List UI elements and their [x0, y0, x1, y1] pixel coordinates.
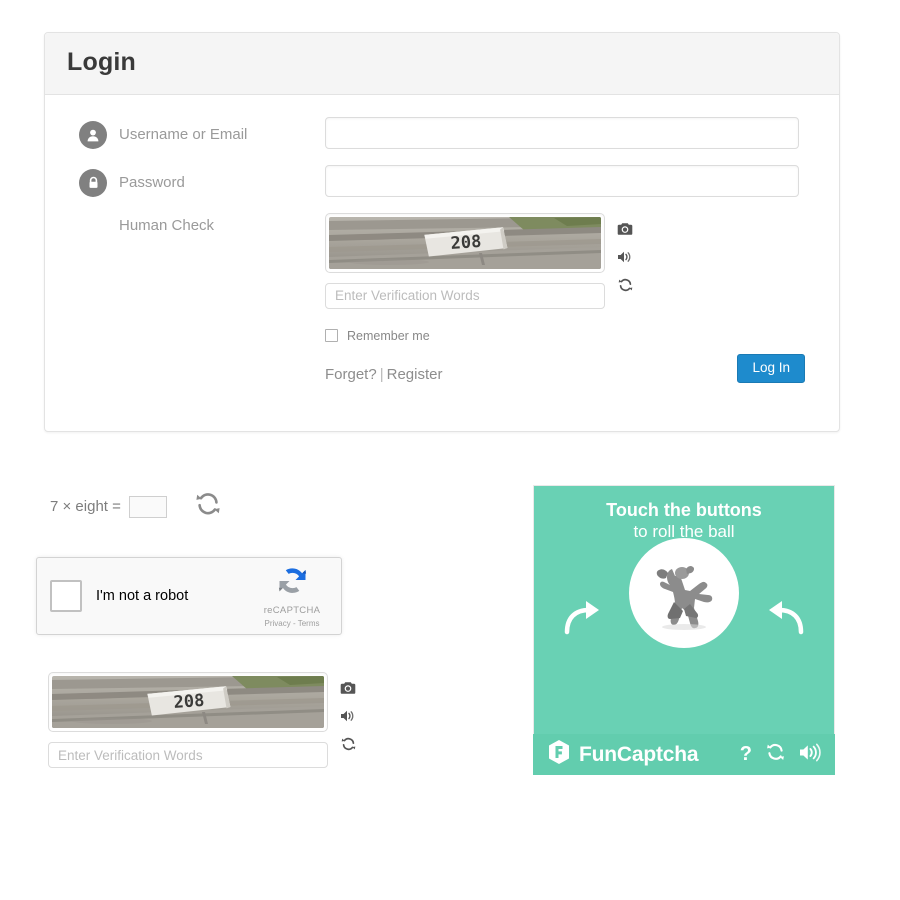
audio-icon[interactable]	[799, 743, 821, 767]
math-captcha-input[interactable]	[128, 495, 167, 518]
recaptcha-label: I'm not a robot	[96, 588, 189, 604]
human-check-row: Human Check 208 Enter Verification Words	[79, 212, 805, 309]
password-row: Password	[79, 164, 805, 197]
audio-icon[interactable]	[340, 709, 356, 728]
image-captcha-widget: 208	[325, 212, 633, 309]
page-title: Login	[67, 48, 137, 76]
refresh-icon[interactable]	[195, 492, 221, 521]
refresh-icon[interactable]	[341, 737, 356, 756]
user-icon	[79, 120, 107, 149]
funcaptcha-footer: FunCaptcha ?	[533, 734, 835, 775]
refresh-icon[interactable]	[766, 743, 785, 767]
username-input[interactable]	[325, 116, 799, 149]
bottom-captcha-left: 208	[48, 672, 328, 768]
math-captcha-question: 7 × eight =	[50, 498, 121, 515]
help-icon[interactable]: ?	[740, 743, 752, 766]
recaptcha-checkbox[interactable]	[50, 580, 82, 612]
remember-me-row[interactable]: Remember me	[79, 329, 805, 343]
recaptcha-logo-icon	[256, 564, 328, 598]
bottom-captcha-icon-column	[340, 672, 356, 756]
username-label: Username or Email	[119, 126, 248, 143]
login-submit-button[interactable]: Log In	[737, 354, 805, 383]
image-captcha-left: 208	[325, 212, 605, 309]
recaptcha-widget[interactable]: I'm not a robot reCAPTCHA Privacy - Term…	[36, 557, 342, 635]
remember-me-label: Remember me	[347, 328, 430, 343]
arrow-left-icon[interactable]	[762, 596, 806, 641]
bottom-captcha-widget: 208	[48, 672, 356, 768]
math-captcha: 7 × eight =	[50, 492, 221, 521]
camera-icon[interactable]	[340, 681, 356, 700]
captcha-icon-column	[617, 213, 633, 297]
bottom-captcha-image-box: 208	[48, 672, 328, 732]
bottom-image-captcha: 208	[48, 672, 356, 768]
human-check-label-group: Human Check	[79, 213, 325, 234]
forgot-password-link[interactable]: Forget?	[325, 366, 377, 383]
lock-icon	[79, 168, 107, 197]
svg-text:208: 208	[173, 691, 205, 713]
recaptcha-terms[interactable]: Privacy - Terms	[256, 619, 328, 628]
captcha-words-input[interactable]	[325, 282, 605, 309]
svg-text:208: 208	[450, 231, 482, 253]
funcaptcha-widget: Touch the buttons to roll the ball FunCa…	[533, 485, 835, 775]
register-link[interactable]: Register	[387, 366, 443, 383]
captcha-image: 208	[329, 216, 601, 269]
username-row: Username or Email	[79, 116, 805, 149]
camera-icon[interactable]	[617, 222, 633, 241]
login-panel-header: Login	[45, 33, 839, 95]
login-form: Username or Email Password Human Check 2…	[45, 95, 839, 431]
arrow-right-icon[interactable]	[562, 596, 606, 641]
funcaptcha-title: Touch the buttons	[606, 500, 762, 520]
bottom-captcha-words-input[interactable]	[48, 742, 328, 768]
bottom-captcha-image: 208	[52, 676, 324, 728]
username-label-group: Username or Email	[79, 117, 325, 149]
link-separator: |	[379, 365, 384, 383]
password-label-group: Password	[79, 165, 325, 197]
funcaptcha-figure	[629, 538, 739, 648]
login-panel: Login Username or Email Password Human C…	[44, 32, 840, 432]
funcaptcha-stage: Touch the buttons to roll the ball	[533, 485, 835, 734]
password-label: Password	[119, 174, 185, 191]
remember-me-checkbox[interactable]	[325, 329, 338, 342]
human-check-label: Human Check	[119, 216, 215, 234]
funcaptcha-brand-name: FunCaptcha	[579, 742, 699, 766]
captcha-image-box: 208	[325, 212, 605, 273]
recaptcha-branding: reCAPTCHA Privacy - Terms	[256, 564, 328, 628]
password-input[interactable]	[325, 164, 799, 197]
page-root: Login Username or Email Password Human C…	[0, 0, 900, 900]
audio-icon[interactable]	[617, 250, 633, 269]
login-links: Forget? | Register	[79, 366, 805, 383]
funcaptcha-logo-icon	[547, 739, 571, 770]
refresh-icon[interactable]	[618, 278, 633, 297]
recaptcha-brand-name: reCAPTCHA	[263, 605, 321, 616]
